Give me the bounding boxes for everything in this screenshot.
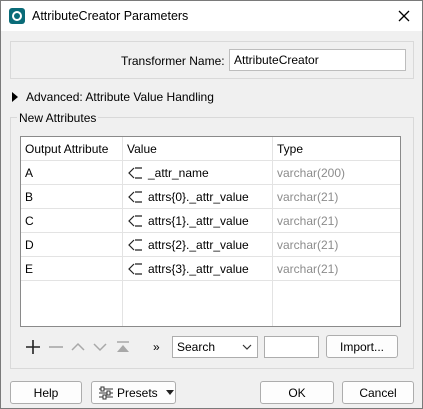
value-text: _attr_name xyxy=(148,166,209,180)
column-header-value[interactable]: Value xyxy=(122,137,272,161)
chevron-down-icon xyxy=(242,344,252,350)
window-title: AttributeCreator Parameters xyxy=(32,9,189,23)
import-label: Import... xyxy=(339,339,384,354)
ok-label: OK xyxy=(288,385,306,400)
advanced-expander[interactable]: Advanced: Attribute Value Handling xyxy=(12,90,214,104)
close-icon xyxy=(398,10,410,22)
presets-label: Presets xyxy=(117,385,158,400)
output-attribute-cell[interactable]: A xyxy=(21,161,122,185)
empty-cell[interactable] xyxy=(122,281,272,326)
value-text: attrs{1}._attr_value xyxy=(148,214,249,228)
empty-cell[interactable] xyxy=(21,281,122,326)
output-attribute-cell[interactable]: B xyxy=(21,185,122,209)
attributes-table: Output Attribute Value Type A _attr_name… xyxy=(20,136,401,327)
type-cell[interactable]: varchar(21) xyxy=(272,209,400,233)
import-button[interactable]: Import... xyxy=(326,335,398,358)
table-row[interactable]: E attrs{3}._attr_value varchar(21) xyxy=(21,257,400,281)
expression-icon[interactable] xyxy=(127,191,143,203)
presets-button[interactable]: Presets xyxy=(91,381,176,404)
move-down-button[interactable] xyxy=(90,337,110,357)
column-header-type[interactable]: Type xyxy=(272,137,400,161)
table-row[interactable]: D attrs{2}._attr_value varchar(21) xyxy=(21,233,400,257)
transformer-name-input[interactable] xyxy=(229,49,406,71)
type-cell[interactable]: varchar(21) xyxy=(272,257,400,281)
help-button[interactable]: Help xyxy=(10,381,82,404)
value-text: attrs{3}._attr_value xyxy=(148,262,249,276)
empty-cell[interactable] xyxy=(272,281,400,326)
value-cell[interactable]: attrs{0}._attr_value xyxy=(122,185,272,209)
advanced-label: Advanced: Attribute Value Handling xyxy=(26,90,214,104)
type-cell[interactable]: varchar(21) xyxy=(272,185,400,209)
type-cell[interactable]: varchar(200) xyxy=(272,161,400,185)
cancel-label: Cancel xyxy=(359,385,397,400)
table-row[interactable]: A _attr_name varchar(200) xyxy=(21,161,400,185)
dialog-window: AttributeCreator Parameters Transformer … xyxy=(0,0,423,409)
presets-icon xyxy=(99,386,113,399)
move-top-button[interactable] xyxy=(113,337,133,357)
search-dropdown-value: Search xyxy=(177,340,216,354)
help-label: Help xyxy=(33,385,59,400)
add-icon xyxy=(26,340,40,354)
column-header-output[interactable]: Output Attribute xyxy=(21,137,122,161)
expression-icon[interactable] xyxy=(127,263,143,275)
search-input[interactable] xyxy=(264,336,319,358)
move-up-icon xyxy=(71,342,85,351)
value-text: attrs{0}._attr_value xyxy=(148,190,249,204)
new-attributes-label: New Attributes xyxy=(17,111,99,125)
table-row[interactable]: C attrs{1}._attr_value varchar(21) xyxy=(21,209,400,233)
title-bar: AttributeCreator Parameters xyxy=(1,1,422,31)
move-top-icon xyxy=(117,341,129,352)
remove-row-button[interactable] xyxy=(46,337,66,357)
move-down-icon xyxy=(93,343,107,352)
search-dropdown[interactable]: Search xyxy=(172,336,258,358)
ok-button[interactable]: OK xyxy=(260,381,334,404)
fme-app-icon xyxy=(9,8,25,24)
value-cell[interactable]: attrs{3}._attr_value xyxy=(122,257,272,281)
table-row[interactable]: B attrs{0}._attr_value varchar(21) xyxy=(21,185,400,209)
output-attribute-cell[interactable]: C xyxy=(21,209,122,233)
table-header: Output Attribute Value Type xyxy=(21,137,400,161)
type-cell[interactable]: varchar(21) xyxy=(272,233,400,257)
remove-icon xyxy=(49,346,63,348)
cancel-button[interactable]: Cancel xyxy=(342,381,414,404)
value-cell[interactable]: attrs{1}._attr_value xyxy=(122,209,272,233)
expression-icon[interactable] xyxy=(127,239,143,251)
value-cell[interactable]: _attr_name xyxy=(122,161,272,185)
add-row-button[interactable] xyxy=(23,337,43,357)
output-attribute-cell[interactable]: E xyxy=(21,257,122,281)
caret-down-icon xyxy=(165,390,174,395)
expression-icon[interactable] xyxy=(127,215,143,227)
expression-icon[interactable] xyxy=(127,167,143,179)
move-up-button[interactable] xyxy=(68,337,88,357)
value-cell[interactable]: attrs{2}._attr_value xyxy=(122,233,272,257)
expand-triangle-icon xyxy=(12,92,18,102)
value-text: attrs{2}._attr_value xyxy=(148,238,249,252)
close-button[interactable] xyxy=(392,4,416,28)
output-attribute-cell[interactable]: D xyxy=(21,233,122,257)
empty-table-row[interactable] xyxy=(21,281,400,326)
transformer-name-label: Transformer Name: xyxy=(121,54,225,68)
more-options-icon[interactable]: » xyxy=(153,340,160,354)
